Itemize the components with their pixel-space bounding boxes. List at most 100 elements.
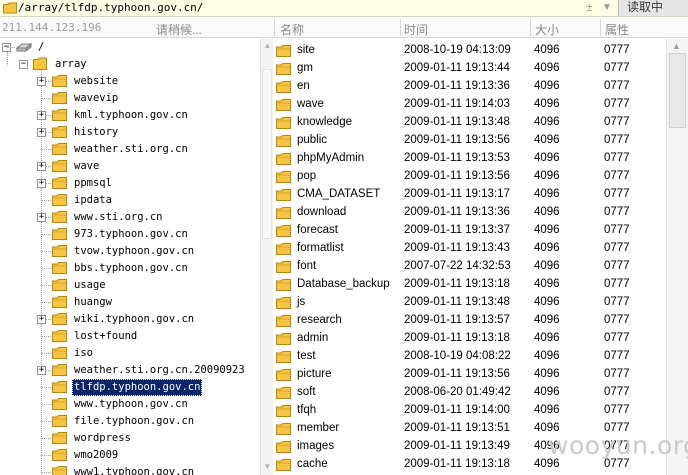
file-row[interactable]: public 2009-01-11 19:13:56 4096 0777: [274, 131, 666, 149]
file-size: 4096: [534, 116, 560, 128]
path-text[interactable]: /array/tlfdp.typhoon.gov.cn/: [18, 1, 203, 15]
file-name: font: [297, 260, 317, 272]
column-divider[interactable]: [600, 19, 601, 36]
file-attr: 0777: [604, 134, 630, 146]
file-time: 2009-01-11 19:13:36: [404, 206, 510, 218]
file-name: phpMyAdmin: [297, 152, 365, 164]
file-attr: 0777: [604, 224, 630, 236]
file-time: 2009-01-11 19:13:53: [404, 152, 510, 164]
tree-node-label: ipdata: [74, 194, 112, 206]
file-size: 4096: [534, 350, 560, 362]
file-row[interactable]: formatlist 2009-01-11 19:13:43 4096 0777: [274, 239, 666, 257]
file-row[interactable]: test 2008-10-19 04:08:22 4096 0777: [274, 347, 666, 365]
tree-node-label: wave: [74, 160, 100, 172]
file-list-scrollbar[interactable]: ▲: [666, 39, 688, 475]
column-divider[interactable]: [400, 19, 401, 36]
expand-toggle[interactable]: +: [37, 128, 46, 137]
drive-icon: [15, 40, 33, 60]
tree-node-label: wiki.typhoon.gov.cn: [74, 313, 195, 325]
sort-arrow-icon[interactable]: ±: [586, 0, 593, 14]
file-name: test: [297, 350, 316, 362]
file-row[interactable]: js 2009-01-11 19:13:48 4096 0777: [274, 293, 666, 311]
expand-toggle[interactable]: +: [37, 213, 46, 222]
scroll-up-icon[interactable]: ▲: [263, 41, 272, 50]
tree-node-label: weather.sti.org.cn.20090923: [74, 364, 245, 376]
file-attr: 0777: [604, 314, 630, 326]
file-size: 4096: [534, 368, 560, 380]
column-header-size[interactable]: 大小: [535, 21, 559, 38]
tree-node-label: tlfdp.typhoon.gov.cn: [72, 379, 203, 396]
expand-toggle[interactable]: +: [37, 162, 46, 171]
directory-tree[interactable]: − / − array + website wavevip + kml.typhoon.…: [0, 39, 260, 475]
file-row[interactable]: wave 2009-01-11 19:14:03 4096 0777: [274, 95, 666, 113]
file-row[interactable]: pop 2009-01-11 19:13:56 4096 0777: [274, 167, 666, 185]
file-row[interactable]: font 2007-07-22 14:32:53 4096 0777: [274, 257, 666, 275]
column-header-name[interactable]: 名称: [280, 21, 304, 38]
file-time: 2009-01-11 19:13:44: [404, 62, 510, 74]
file-name: gm: [297, 62, 313, 74]
scroll-up-icon[interactable]: ▲: [672, 41, 681, 51]
file-time: 2009-01-11 19:13:51: [404, 422, 510, 434]
file-attr: 0777: [604, 278, 630, 290]
column-divider[interactable]: [530, 19, 531, 36]
file-time: 2007-07-22 14:32:53: [404, 260, 511, 272]
file-row[interactable]: tfqh 2009-01-11 19:14:00 4096 0777: [274, 401, 666, 419]
file-name: images: [297, 440, 335, 452]
server-ip: 211.144.123.196: [2, 21, 102, 34]
file-name: formatlist: [297, 242, 344, 254]
collapse-toggle[interactable]: −: [19, 60, 28, 69]
tree-connector: [41, 404, 51, 405]
expand-toggle[interactable]: +: [37, 111, 46, 120]
file-size: 4096: [534, 278, 560, 290]
file-name: soft: [297, 386, 316, 398]
tree-node-label: history: [74, 126, 119, 138]
file-row[interactable]: research 2009-01-11 19:13:57 4096 0777: [274, 311, 666, 329]
file-attr: 0777: [604, 404, 630, 416]
file-name: download: [297, 206, 347, 218]
chevron-down-icon[interactable]: ▼: [602, 0, 612, 16]
file-name: en: [297, 80, 310, 92]
watermark: wooyun.org: [548, 431, 688, 460]
file-row[interactable]: site 2008-10-19 04:13:09 4096 0777: [274, 41, 666, 59]
file-row[interactable]: download 2009-01-11 19:13:36 4096 0777: [274, 203, 666, 221]
tree-connector: [7, 52, 8, 66]
tree-node-label: www.typhoon.gov.cn: [74, 398, 188, 410]
tree-connector: [41, 336, 51, 337]
file-size: 4096: [534, 386, 560, 398]
file-list[interactable]: site 2008-10-19 04:13:09 4096 0777 gm 2009-01…: [274, 39, 666, 475]
expand-toggle[interactable]: +: [37, 366, 46, 375]
file-row[interactable]: CMA_DATASET 2009-01-11 19:13:17 4096 0777: [274, 185, 666, 203]
status-button[interactable]: 读取中: [618, 0, 688, 16]
file-name: public: [297, 134, 328, 146]
file-name: Database_backup: [297, 278, 390, 290]
file-row[interactable]: gm 2009-01-11 19:13:44 4096 0777: [274, 59, 666, 77]
tree-node-label: /: [38, 41, 45, 53]
file-row[interactable]: admin 2009-01-11 19:13:18 4096 0777: [274, 329, 666, 347]
tree-node-label: wordpress: [74, 432, 131, 444]
file-row[interactable]: phpMyAdmin 2009-01-11 19:13:53 4096 0777: [274, 149, 666, 167]
file-row[interactable]: forecast 2009-01-11 19:13:37 4096 0777: [274, 221, 666, 239]
file-size: 4096: [534, 134, 560, 146]
scrollbar-thumb[interactable]: [669, 53, 686, 128]
scrollbar-thumb[interactable]: [262, 69, 272, 239]
tree-connector: [41, 353, 51, 354]
file-size: 4096: [534, 80, 560, 92]
file-attr: 0777: [604, 350, 630, 362]
file-time: 2009-01-11 19:13:49: [404, 440, 510, 452]
tree-node-label: huangw: [74, 296, 112, 308]
expand-toggle[interactable]: +: [37, 179, 46, 188]
column-header-time[interactable]: 时间: [404, 21, 428, 38]
tree-scrollbar[interactable]: ▲ ▼: [260, 39, 273, 475]
file-row[interactable]: picture 2009-01-11 19:13:56 4096 0777: [274, 365, 666, 383]
file-row[interactable]: Database_backup 2009-01-11 19:13:18 4096 07…: [274, 275, 666, 293]
file-row[interactable]: soft 2008-06-20 01:49:42 4096 0777: [274, 383, 666, 401]
tree-node-label: weather.sti.org.cn: [74, 143, 188, 155]
column-header-attr[interactable]: 属性: [605, 21, 629, 38]
file-row[interactable]: en 2009-01-11 19:13:36 4096 0777: [274, 77, 666, 95]
expand-toggle[interactable]: +: [37, 315, 46, 324]
file-row[interactable]: knowledge 2009-01-11 19:13:48 4096 0777: [274, 113, 666, 131]
scroll-down-icon[interactable]: ▼: [263, 462, 272, 471]
tree-connector: [7, 47, 15, 48]
file-name: pop: [297, 170, 317, 182]
expand-toggle[interactable]: +: [37, 77, 46, 86]
